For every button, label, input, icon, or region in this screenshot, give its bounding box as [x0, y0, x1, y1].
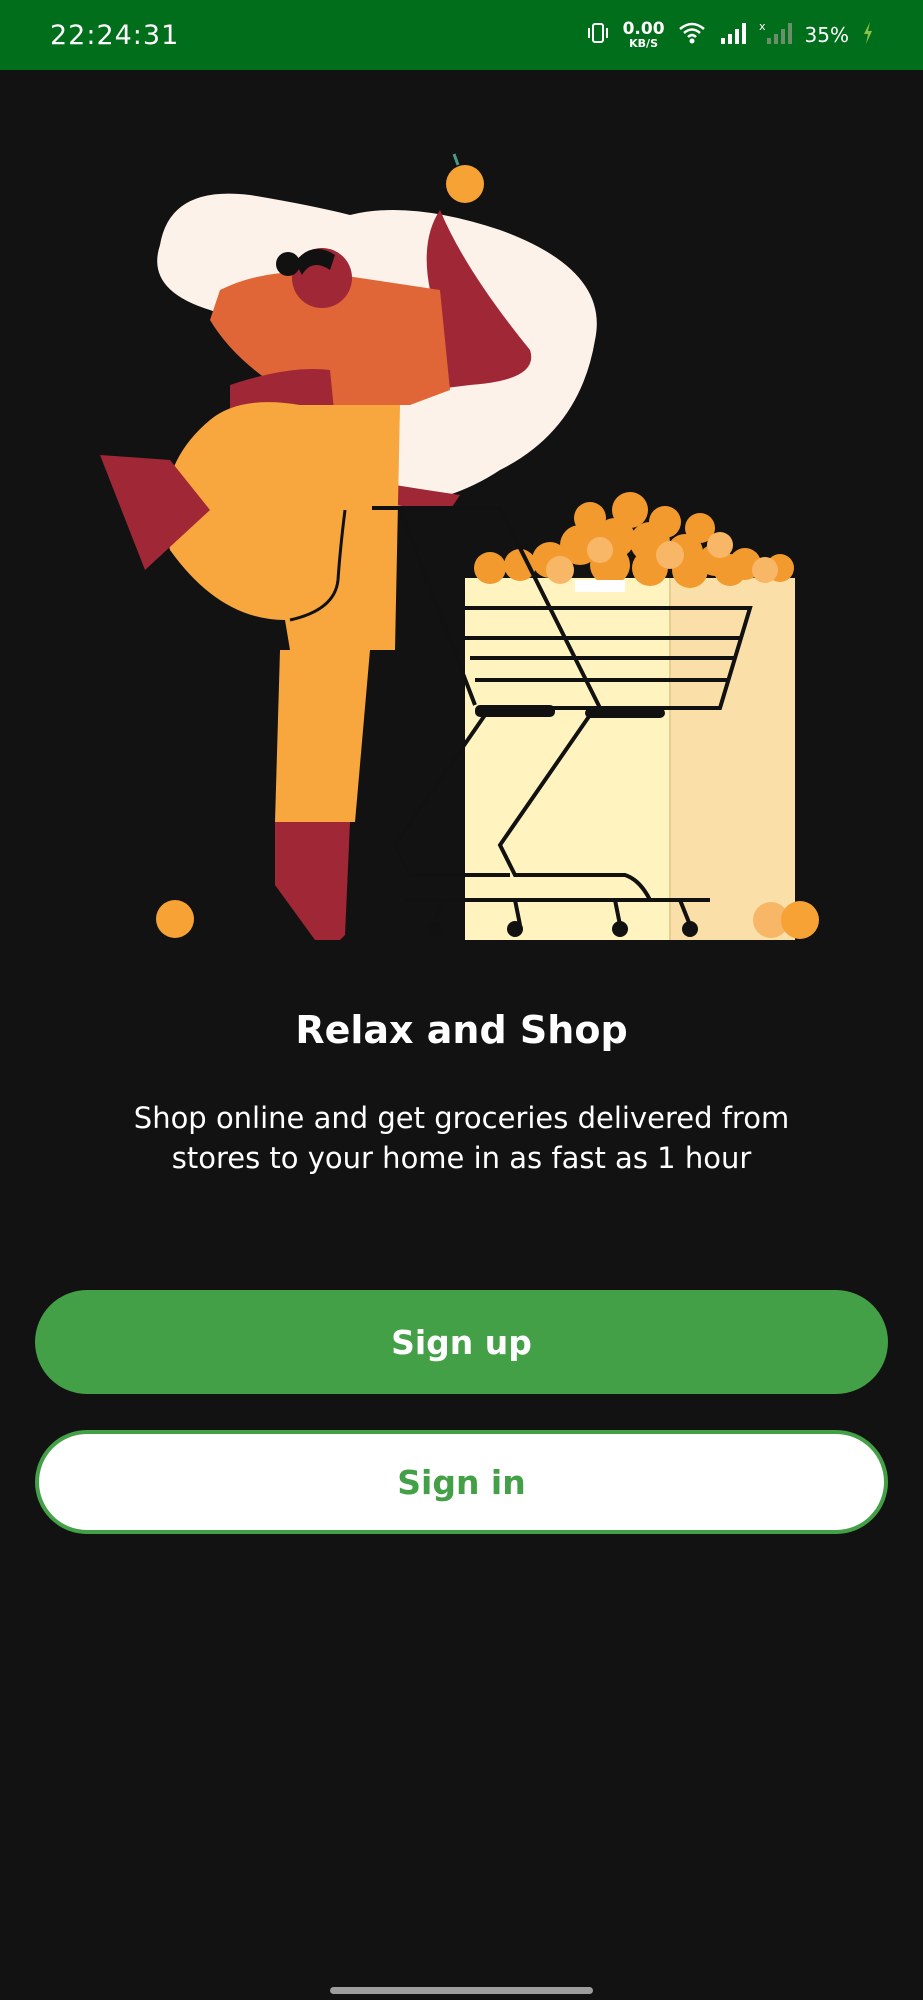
no-signal-icon: x	[759, 20, 793, 50]
battery-level: 35%	[804, 23, 849, 47]
onboarding-subtitle: Shop online and get groceries delivered …	[133, 1101, 790, 1175]
net-speed-value: 0.00	[622, 19, 665, 39]
status-icons: 0.00 KB/S x 35%	[585, 20, 875, 50]
sign-up-button[interactable]: Sign up	[35, 1290, 888, 1394]
svg-text:x: x	[759, 20, 766, 33]
home-indicator[interactable]	[330, 1987, 593, 1994]
onboarding-title: Relax and Shop	[295, 1008, 628, 1052]
status-time: 22:24:31	[50, 19, 180, 51]
sign-up-label: Sign up	[391, 1322, 532, 1362]
net-speed-unit: KB/S	[629, 37, 658, 50]
signal-icon	[719, 20, 747, 50]
sign-in-button[interactable]: Sign in	[35, 1430, 888, 1534]
vibrate-icon	[585, 20, 611, 50]
net-speed: 0.00 KB/S	[622, 19, 665, 50]
wifi-icon	[677, 20, 707, 50]
status-bar: 22:24:31 0.00 KB/S x 35%	[0, 0, 923, 70]
sign-in-label: Sign in	[397, 1462, 526, 1502]
charging-icon	[861, 20, 875, 50]
hero-illustration	[90, 140, 840, 950]
